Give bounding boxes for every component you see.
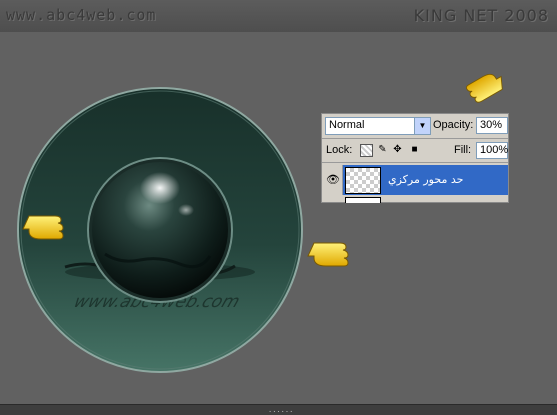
opacity-label: Opacity: [433,119,474,131]
fill-input[interactable]: 100% [476,142,508,159]
lock-move-icon[interactable]: ✥ [392,144,403,155]
eye-icon: 👁 [326,174,340,186]
divider [322,138,508,139]
layer-row-selected[interactable]: 👁 حد محور مركزي [322,165,508,195]
layers-panel: Normal ▼ Opacity: 30% Lock: ✎ ✥ ■ Fill: … [321,113,509,203]
opacity-input[interactable]: 30% [476,117,508,134]
layer-row-next[interactable] [322,196,508,203]
artwork-canvas: www.abc4web.com [17,73,503,373]
lock-transparent-icon[interactable] [360,144,373,157]
visibility-toggle[interactable]: 👁 [322,165,343,195]
divider [322,162,508,163]
lock-all-icon[interactable]: ■ [409,144,420,155]
layer-thumbnail [345,167,381,194]
layer-thumbnail [345,197,381,203]
top-banner: www.abc4web.com KING NET 2008 [0,0,557,32]
watermark-left: www.abc4web.com [6,6,157,24]
fill-value: 100% [480,144,509,156]
hand-pointer-icon [307,242,349,267]
watermark-right: KING NET 2008 [413,6,549,25]
lock-brush-icon[interactable]: ✎ [377,144,388,155]
lock-label: Lock: [326,144,353,156]
fill-label: Fill: [454,144,472,156]
status-bar: ...... [0,404,557,415]
dropdown-arrow-icon[interactable]: ▼ [414,118,430,134]
sphere-highlight [140,172,180,204]
blend-mode-value: Normal [329,119,365,131]
layer-name: حد محور مركزي [388,173,464,186]
opacity-value: 30% [480,119,503,131]
hand-pointer-icon [465,73,503,103]
blend-mode-select[interactable]: Normal ▼ [325,117,431,135]
resize-grip[interactable]: ...... [268,406,293,414]
sphere [87,157,233,303]
